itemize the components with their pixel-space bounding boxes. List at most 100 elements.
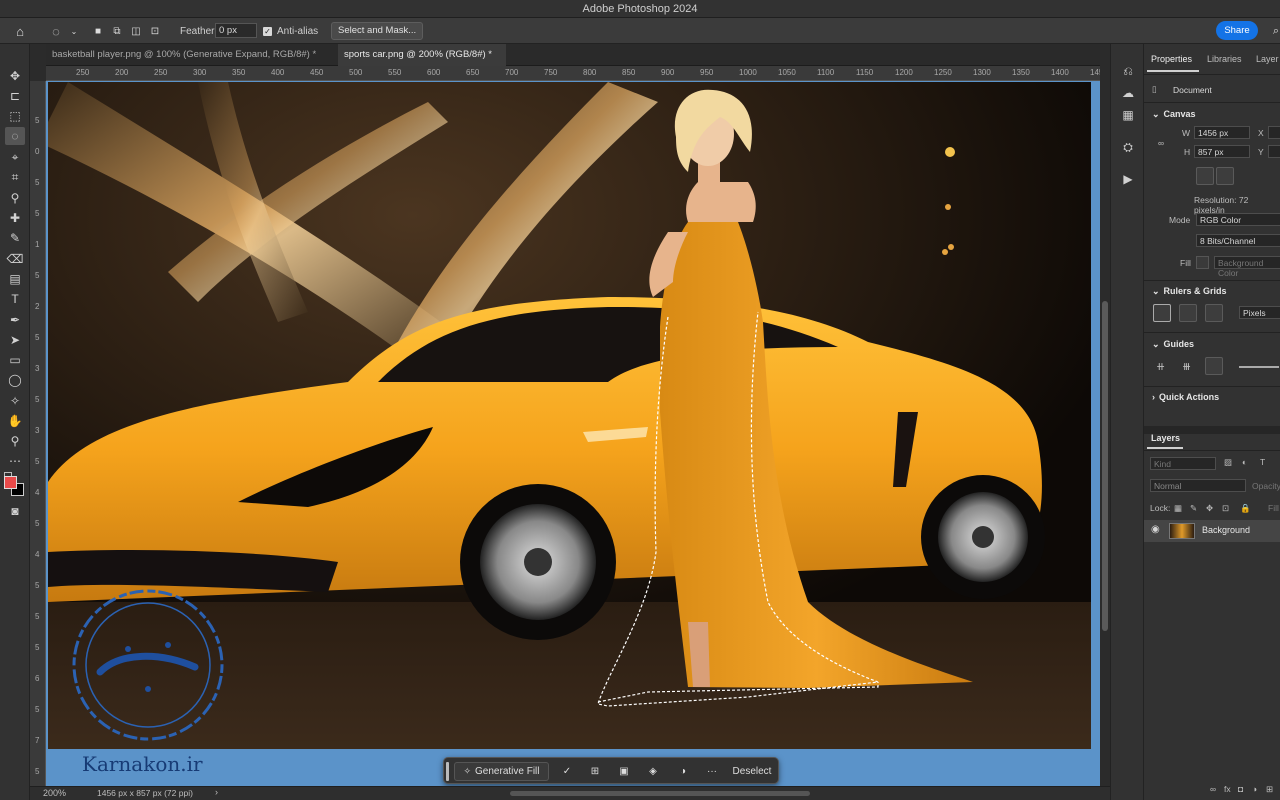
grid-panel-icon[interactable]: ▦	[1119, 106, 1137, 124]
add-selection-icon[interactable]: ⧉	[107, 21, 127, 41]
chevron-down-icon[interactable]: ⌄	[64, 21, 84, 41]
filter-pixel-icon[interactable]: ▨	[1224, 457, 1232, 468]
canvas-section[interactable]: ⌄ Canvas	[1152, 109, 1196, 120]
y-field[interactable]	[1268, 145, 1280, 158]
eye-icon[interactable]: ◉	[1151, 524, 1160, 535]
chevron-right-icon[interactable]: ›	[215, 787, 218, 797]
grid-toggle-icon[interactable]	[1179, 304, 1197, 322]
rulers-toggle-icon[interactable]	[1153, 304, 1171, 322]
hand-tool-icon[interactable]: ✋	[5, 412, 25, 430]
lock-all-icon[interactable]: 🔒	[1240, 503, 1251, 514]
guides-show-icon[interactable]: ⧺	[1156, 360, 1165, 373]
x-field[interactable]	[1268, 126, 1280, 139]
move-tool-icon[interactable]: ✥	[5, 67, 25, 85]
lock-brush-icon[interactable]: ✎	[1190, 503, 1197, 514]
height-field[interactable]: 857 px	[1194, 145, 1250, 158]
landscape-orientation-icon[interactable]	[1216, 167, 1234, 185]
mask-icon[interactable]: ▣	[614, 762, 634, 781]
intersect-selection-icon[interactable]: ⊡	[145, 21, 165, 41]
feather-input[interactable]: 0 px	[215, 23, 257, 38]
foreground-color-swatch[interactable]	[4, 476, 17, 489]
layer-row-background[interactable]: ◉ Background	[1144, 520, 1280, 542]
canvas-image[interactable]: Karnakon.ir	[48, 82, 1091, 749]
horizontal-scrollbar[interactable]	[510, 791, 810, 796]
new-selection-icon[interactable]: ■	[88, 21, 108, 41]
adjustment-icon[interactable]: ◑	[673, 762, 693, 781]
layers-panel-title[interactable]: Layers	[1151, 433, 1180, 443]
adjustments-icon[interactable]: ⛭	[1119, 138, 1137, 156]
search-icon[interactable]: ⌕	[1266, 21, 1280, 41]
anti-alias-checkbox[interactable]: ✓ Anti-alias	[263, 22, 318, 40]
crop-tool-icon[interactable]: ⌗	[5, 168, 25, 186]
lock-move-icon[interactable]: ✥	[1206, 503, 1213, 514]
vertical-scrollbar[interactable]	[1100, 66, 1110, 786]
more-options-icon[interactable]: ···	[702, 762, 722, 781]
fill-select[interactable]: Background Color	[1214, 256, 1280, 278]
custom-shape-tool-icon[interactable]: ✧	[5, 392, 25, 410]
select-and-mask-button[interactable]: Select and Mask...	[331, 22, 424, 40]
guides-section[interactable]: ⌄ Guides	[1152, 339, 1194, 350]
link-icon[interactable]: ∞	[1158, 138, 1164, 148]
quick-actions-section[interactable]: › Quick Actions	[1152, 392, 1219, 402]
share-button[interactable]: Share	[1216, 21, 1258, 40]
add-mask-icon[interactable]: ◘	[1238, 784, 1243, 794]
smart-guides-icon[interactable]	[1205, 357, 1223, 375]
document-info[interactable]: 1456 px x 857 px (72 ppi)	[97, 788, 193, 798]
mode-select[interactable]: RGB Color	[1196, 213, 1280, 226]
lock-pixels-icon[interactable]: ▦	[1174, 503, 1182, 514]
eraser-tool-icon[interactable]: ⌫	[5, 250, 25, 268]
tab-properties[interactable]: Properties	[1151, 54, 1192, 64]
eyedropper-tool-icon[interactable]: ⚲	[5, 189, 25, 207]
type-tool-icon[interactable]: T	[5, 290, 25, 308]
home-icon[interactable]: ⌂	[10, 21, 30, 41]
history-icon[interactable]: ⎌	[1119, 62, 1137, 80]
object-selection-tool-icon[interactable]: ⌖	[5, 148, 25, 166]
path-selection-tool-icon[interactable]: ➤	[5, 331, 25, 349]
filter-type-icon[interactable]: T	[1260, 457, 1265, 467]
play-actions-icon[interactable]: ▶	[1119, 170, 1137, 188]
fx-icon[interactable]: fx	[1224, 784, 1231, 794]
rulers-grids-section[interactable]: ⌄ Rulers & Grids	[1152, 286, 1227, 297]
rectangle-tool-icon[interactable]: ▭	[5, 351, 25, 369]
pen-tool-icon[interactable]: ✒	[5, 311, 25, 329]
ellipse-tool-icon[interactable]: ◯	[5, 371, 25, 389]
tab-basketball-player[interactable]: basketball player.png @ 100% (Generative…	[46, 44, 328, 66]
lasso-tool-icon[interactable]: ◌	[5, 127, 25, 145]
lasso-tool-preset-icon[interactable]: ◌	[46, 21, 66, 41]
quick-mask-icon[interactable]: ◙	[5, 502, 25, 520]
modify-selection-icon[interactable]: ✓	[557, 762, 577, 781]
tab-libraries[interactable]: Libraries	[1207, 54, 1242, 64]
deselect-button[interactable]: Deselect	[728, 762, 776, 781]
link-layers-icon[interactable]: ∞	[1210, 784, 1216, 794]
new-adjustment-icon[interactable]: ◑	[1252, 784, 1257, 794]
guide-color-swatch[interactable]	[1239, 366, 1279, 368]
scroll-thumb[interactable]	[1102, 301, 1108, 631]
tab-layer[interactable]: Layer	[1256, 54, 1279, 64]
layer-filter-input[interactable]: Kind	[1150, 457, 1216, 470]
artboard-tool-icon[interactable]: ⊏	[5, 87, 25, 105]
swatches-icon[interactable]: ☁	[1119, 84, 1137, 102]
gradient-tool-icon[interactable]: ▤	[5, 270, 25, 288]
new-layer-icon[interactable]: ⊞	[1266, 784, 1273, 795]
generative-fill-button[interactable]: ✧ Generative Fill	[454, 762, 549, 781]
blend-mode-select[interactable]: Normal	[1150, 479, 1246, 492]
bit-depth-select[interactable]: 8 Bits/Channel	[1196, 234, 1280, 247]
select-subject-icon[interactable]: ⊞	[585, 762, 605, 781]
fill-selection-icon[interactable]: ◈	[643, 762, 663, 781]
brush-tool-icon[interactable]: ✎	[5, 229, 25, 247]
marquee-tool-icon[interactable]: ⬚	[5, 107, 25, 125]
zoom-tool-icon[interactable]: ⚲	[5, 432, 25, 450]
pixel-grid-toggle-icon[interactable]	[1205, 304, 1223, 322]
more-tools-icon[interactable]: ⋯	[5, 452, 25, 470]
zoom-level[interactable]: 200%	[43, 788, 66, 798]
healing-brush-tool-icon[interactable]: ✚	[5, 209, 25, 227]
guides-lock-icon[interactable]: ⧻	[1182, 360, 1191, 373]
ruler-units-select[interactable]: Pixels	[1239, 306, 1280, 319]
tab-sports-car[interactable]: sports car.png @ 200% (RGB/8#) *	[338, 44, 506, 66]
width-field[interactable]: 1456 px	[1194, 126, 1250, 139]
filter-adjustment-icon[interactable]: ◐	[1242, 457, 1247, 467]
fill-swatch[interactable]	[1196, 256, 1209, 269]
subtract-selection-icon[interactable]: ◫	[126, 21, 146, 41]
lock-artboard-icon[interactable]: ⊡	[1222, 503, 1229, 514]
portrait-orientation-icon[interactable]	[1196, 167, 1214, 185]
